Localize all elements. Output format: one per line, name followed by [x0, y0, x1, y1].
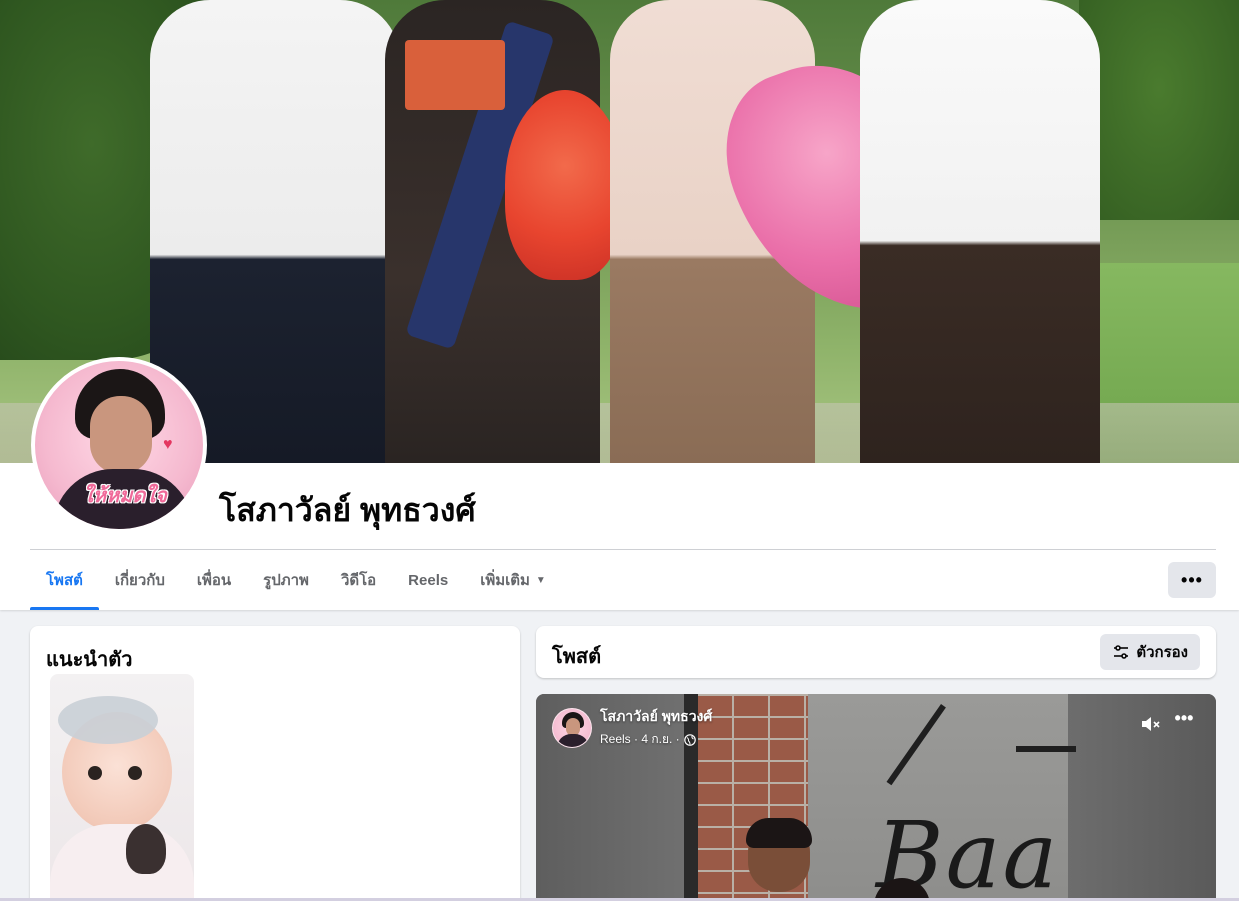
featured-bow: [58, 696, 158, 744]
tab-videos[interactable]: วิดีโอ: [325, 550, 392, 610]
posts-title: โพสต์: [552, 646, 602, 668]
featured-sticker: [126, 824, 166, 874]
tab-friends[interactable]: เพื่อน: [181, 550, 247, 610]
tab-label: เพิ่มเติม: [480, 572, 530, 589]
profile-header: ♥ ให้หมดใจ โสภาวัลย์ พุทธวงศ์ โพสต์ เกี่…: [0, 0, 1239, 610]
reel-header: โสภาวัลย์ พุทธวงศ์ Reels · 4 ก.ย. ·: [552, 706, 712, 749]
tab-label: เพื่อน: [196, 572, 232, 589]
featured-eye-left: [88, 766, 102, 780]
mute-icon[interactable]: [1140, 714, 1162, 734]
cover-bush-right: [1079, 0, 1239, 220]
featured-eye-right: [128, 766, 142, 780]
reel-author-name[interactable]: โสภาวัลย์ พุทธวงศ์: [600, 706, 712, 728]
caret-down-icon: ▼: [535, 574, 546, 586]
intro-title: แนะนำตัว: [46, 649, 133, 671]
cover-person-4: [860, 0, 1100, 463]
profile-tabs: โพสต์ เกี่ยวกับ เพื่อน รูปภาพ วิดีโอ Ree…: [30, 550, 562, 610]
tab-more[interactable]: เพิ่มเติม ▼: [464, 550, 562, 610]
reel-more-ellipsis-icon[interactable]: •••: [1172, 708, 1196, 732]
profile-avatar[interactable]: ♥ ให้หมดใจ: [31, 357, 207, 533]
tab-posts[interactable]: โพสต์: [30, 550, 99, 610]
tab-label: โพสต์: [46, 572, 83, 589]
reel-avatar-face: [566, 717, 580, 736]
tab-about[interactable]: เกี่ยวกับ: [99, 550, 181, 610]
profile-more-button[interactable]: •••: [1168, 562, 1216, 598]
red-bouquet: [505, 90, 625, 280]
posts-header-card: โพสต์ ตัวกรอง: [536, 626, 1216, 678]
tab-reels[interactable]: Reels: [392, 550, 464, 610]
reel-meta: โสภาวัลย์ พุทธวงศ์ Reels · 4 ก.ย. ·: [600, 706, 712, 749]
reel-author-avatar[interactable]: [552, 707, 592, 748]
featured-photo[interactable]: [50, 674, 194, 901]
reel-subtitle: Reels · 4 ก.ย. ·: [600, 730, 712, 749]
tab-label: เกี่ยวกับ: [114, 572, 165, 589]
reel-date[interactable]: Reels · 4 ก.ย. ·: [600, 730, 680, 749]
tab-label: รูปภาพ: [263, 572, 309, 589]
tab-label: Reels: [408, 571, 449, 589]
reel-sign-bar-2: [1016, 746, 1076, 752]
ellipsis-icon: •••: [1181, 569, 1203, 590]
sliders-icon: [1114, 645, 1129, 659]
intro-card: แนะนำตัว: [30, 626, 520, 901]
tab-label: วิดีโอ: [340, 572, 377, 589]
filter-button[interactable]: ตัวกรอง: [1100, 634, 1200, 670]
avatar-caption: ให้หมดใจ: [83, 485, 167, 507]
filter-label: ตัวกรอง: [1136, 644, 1188, 661]
globe-icon: [683, 733, 696, 746]
avatar-face: [90, 396, 152, 474]
profile-name: โสภาวัลย์ พุทธวงศ์: [219, 492, 476, 528]
tab-photos[interactable]: รูปภาพ: [247, 550, 325, 610]
reel-man-hair: [746, 818, 812, 848]
featured-dress: [50, 824, 194, 901]
certificate-folder: [405, 40, 505, 110]
heart-icon: ♥: [163, 436, 173, 453]
reel-post[interactable]: Baa โสภาวัลย์ พุทธวงศ์ Reels · 4 ก.ย. ·: [536, 694, 1216, 901]
reel-avatar-shirt: [557, 733, 589, 747]
